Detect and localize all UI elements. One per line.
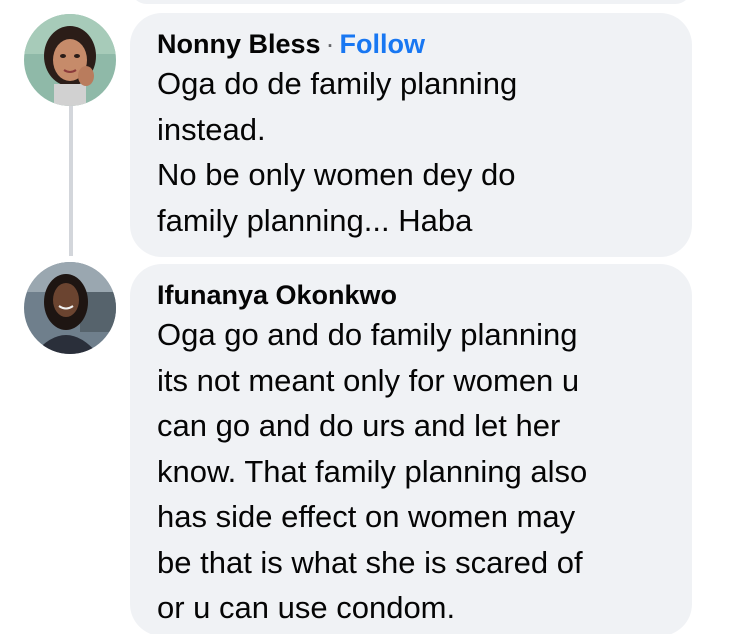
comment-text-line: family planning... Haba: [157, 202, 473, 238]
comment-bubble: Nonny Bless · Follow Oga do de family plan…: [130, 13, 692, 257]
comment-header: Nonny Bless · Follow: [157, 27, 662, 61]
comment-text-line: be that is what she is scared of: [157, 544, 583, 580]
comment-text-line: has side effect on women may: [157, 499, 576, 534]
comment-text-line: No be only women dey do: [157, 157, 516, 192]
separator-dot: ·: [325, 29, 335, 59]
avatar-icon: [24, 262, 116, 354]
comment-text-line: its not meant only for women u: [157, 362, 580, 398]
comment-text-line: Oga go and do family planning: [157, 317, 578, 352]
author-name[interactable]: Nonny Bless: [157, 29, 321, 59]
comment-text-line: instead.: [157, 111, 266, 147]
author-name[interactable]: Ifunanya Okonkwo: [157, 280, 397, 310]
comment-text-line: Oga do de family planning: [157, 66, 518, 101]
avatar[interactable]: [24, 14, 116, 106]
reply-thread-line: [69, 106, 73, 256]
comment-header: Ifunanya Okonkwo: [157, 278, 662, 312]
previous-comment-bubble: [130, 0, 692, 4]
comment-text-line: can go and do urs and let her: [157, 408, 561, 443]
avatar-icon: [24, 14, 116, 106]
comment-bubble: Ifunanya Okonkwo Oga go and do family pl…: [130, 264, 692, 634]
follow-button[interactable]: Follow: [340, 29, 425, 59]
comment-text-line: know. That family planning also: [157, 453, 588, 489]
comment-text-line: or u can use condom.: [157, 590, 456, 625]
avatar[interactable]: [24, 262, 116, 354]
comment-thread: Nonny Bless · Follow Oga do de family plan…: [0, 0, 738, 634]
